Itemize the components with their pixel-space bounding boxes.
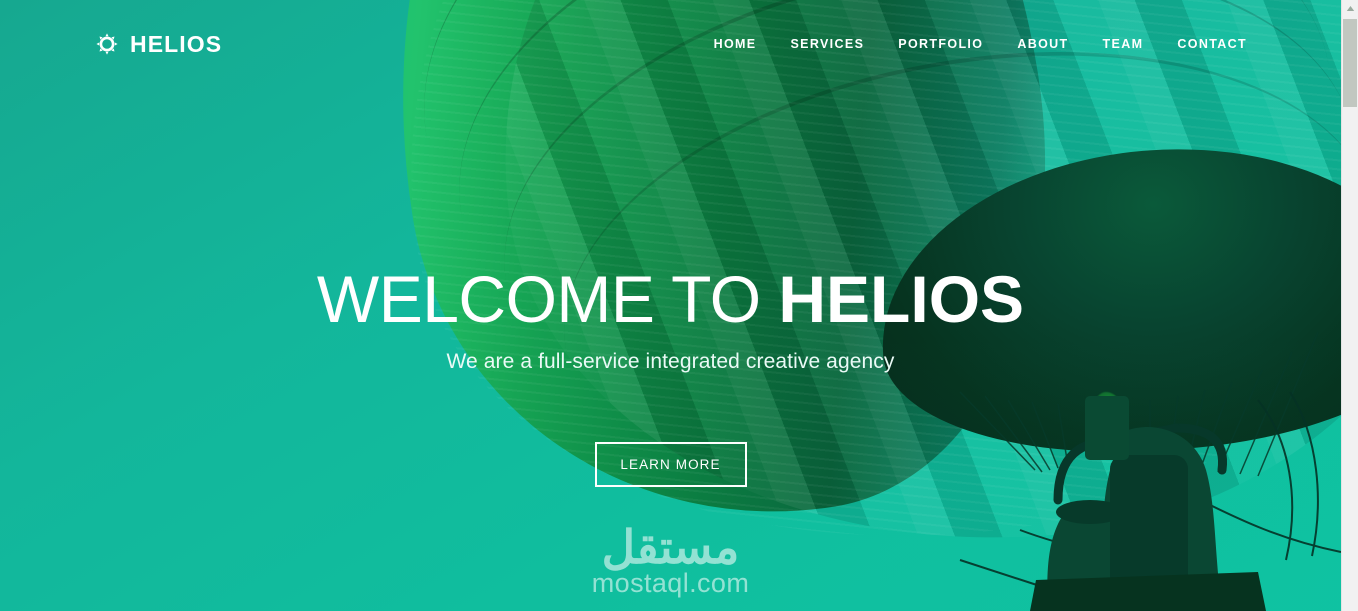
hero-background [0,0,1341,611]
logo-text: HELIOS [130,30,223,57]
balloon-lower-bowl [870,130,1341,470]
page-viewport: HELIOS HOME SERVICES PORTFOLIO ABOUT TEA… [0,0,1341,611]
learn-more-button[interactable]: LEARN MORE [594,442,747,487]
vertical-scrollbar[interactable] [1341,0,1358,611]
main-navigation: HOME SERVICES PORTFOLIO ABOUT TEAM CONTA… [712,33,1249,55]
nav-item-team[interactable]: TEAM [1101,33,1146,55]
nav-item-home[interactable]: HOME [712,33,759,55]
nav-item-about[interactable]: ABOUT [1015,33,1070,55]
balloon-panel-shading [451,0,1341,597]
sky-wedge [961,251,1341,611]
scroll-up-button[interactable] [1342,0,1358,17]
site-logo[interactable]: HELIOS [95,32,222,56]
balloon-fabric-texture [337,0,1341,611]
burner-flame [1088,392,1128,454]
site-header: HELIOS HOME SERVICES PORTFOLIO ABOUT TEA… [0,0,1341,88]
caret-up-icon [1346,6,1354,11]
browser-page: HELIOS HOME SERVICES PORTFOLIO ABOUT TEA… [0,0,1358,611]
balloon-rigging [959,331,1341,611]
nav-item-portfolio[interactable]: PORTFOLIO [896,33,985,55]
sun-icon [96,33,118,55]
nav-item-services[interactable]: SERVICES [788,33,866,55]
nav-item-contact[interactable]: CONTACT [1175,33,1249,55]
duotone-overlay [880,330,1341,611]
scrollbar-thumb[interactable] [1343,19,1357,107]
balloon-envelope-dark [454,0,1341,611]
